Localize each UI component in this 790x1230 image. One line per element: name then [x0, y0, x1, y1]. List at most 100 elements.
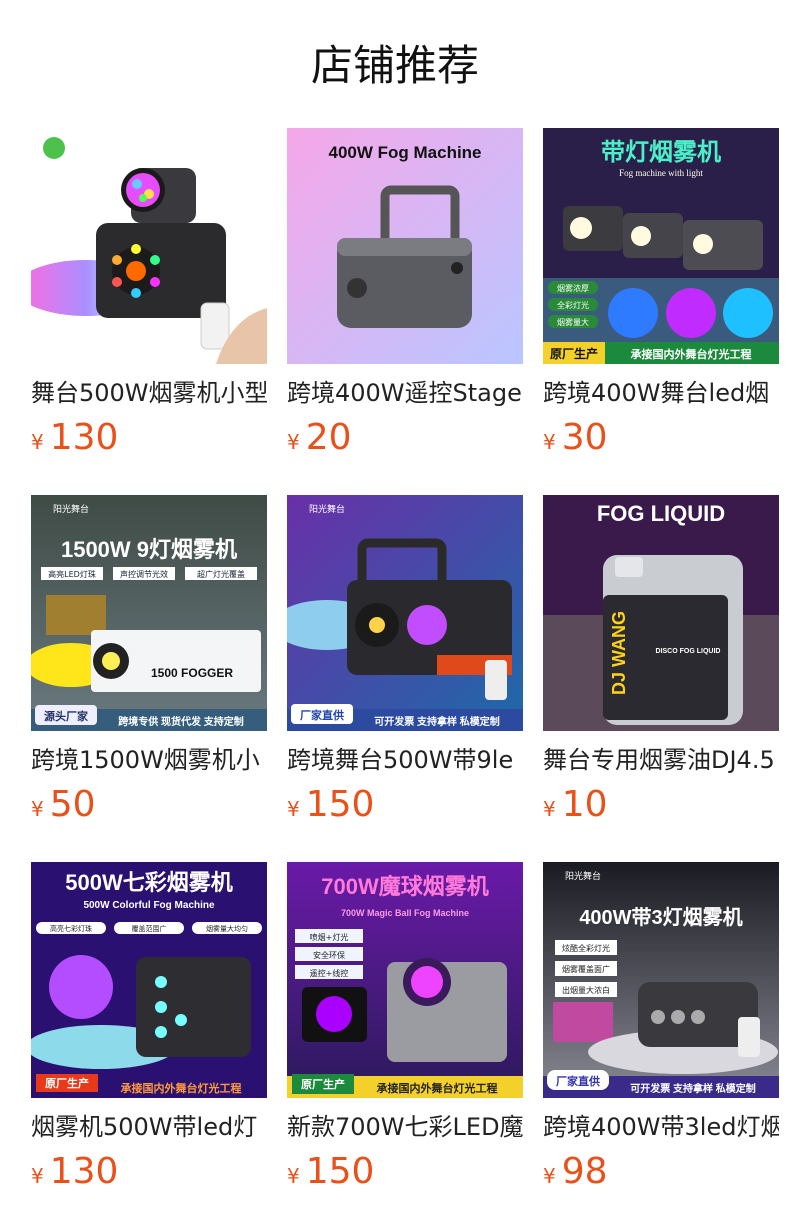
price-value: 20	[305, 417, 352, 458]
product-name[interactable]: 舞台500W烟雾机小型	[31, 376, 267, 410]
product-card[interactable]: 舞台500W烟雾机小型 ¥130	[31, 128, 267, 495]
image-title: 700W魔球烟雾机	[321, 874, 488, 899]
image-tag: 超广灯光覆盖	[197, 569, 245, 579]
image-footer-left: 厂家直供	[556, 1074, 600, 1088]
image-title: 带灯烟雾机	[601, 139, 721, 166]
image-footer-left: 原厂生产	[45, 1076, 89, 1090]
image-tag: 喷烟+灯光	[310, 932, 349, 942]
product-image[interactable]	[31, 128, 267, 364]
product-card[interactable]: FOG LIQUID DJ WANG DISCO FOG LIQUID 舞台专用…	[543, 495, 779, 862]
product-image[interactable]: 500W七彩烟雾机 500W Colorful Fog Machine 高亮七彩…	[31, 862, 267, 1098]
image-footer-left: 原厂生产	[550, 346, 598, 361]
image-footer-left: 源头厂家	[44, 709, 89, 723]
product-name[interactable]: 跨境舞台500W带9le	[287, 743, 523, 777]
product-card[interactable]: 阳光舞台 1500W 9灯烟雾机 高亮LED灯珠 声控调节光效 超广灯光覆盖 1…	[31, 495, 267, 862]
product-name[interactable]: 跨境400W带3led灯烟	[543, 1110, 779, 1144]
product-image[interactable]: 带灯烟雾机 Fog machine with light 烟雾浓厚 全彩灯光 烟…	[543, 128, 779, 364]
image-tag: 高亮七彩灯珠	[50, 924, 92, 933]
product-image[interactable]: 阳光舞台 厂家直供 可开发票 支持拿样 私模定制	[287, 495, 523, 731]
product-card[interactable]: 阳光舞台 400W带3灯烟雾机 炫酷全彩灯光 烟雾覆盖面广 出烟量大浓白 厂家直…	[543, 862, 779, 1229]
image-footer-left: 厂家直供	[300, 708, 344, 722]
product-price: ¥98	[543, 1150, 779, 1194]
price-value: 130	[49, 1151, 119, 1192]
image-footer-right: 承接国内外舞台灯光工程	[121, 1081, 242, 1095]
product-price: ¥10	[543, 783, 779, 827]
product-price: ¥130	[31, 416, 267, 460]
image-title: 500W七彩烟雾机	[65, 870, 232, 895]
brand-corner: 阳光舞台	[565, 870, 601, 882]
currency-symbol: ¥	[287, 430, 300, 454]
image-tag: 出烟量大浓白	[562, 985, 610, 995]
image-tag: 烟雾量大	[557, 317, 589, 327]
product-name[interactable]: 烟雾机500W带led灯	[31, 1110, 267, 1144]
image-tag: 高亮LED灯珠	[48, 569, 96, 579]
product-image[interactable]: 阳光舞台 1500W 9灯烟雾机 高亮LED灯珠 声控调节光效 超广灯光覆盖 1…	[31, 495, 267, 731]
image-footer-right: 可开发票 支持拿样 私模定制	[374, 715, 500, 728]
currency-symbol: ¥	[543, 1164, 556, 1188]
brand-corner: 阳光舞台	[53, 503, 89, 515]
product-image[interactable]: 700W魔球烟雾机 700W Magic Ball Fog Machine 喷烟…	[287, 862, 523, 1098]
product-label: DJ WANG	[609, 611, 629, 695]
product-label: 1500 FOGGER	[151, 666, 233, 680]
product-price: ¥30	[543, 416, 779, 460]
product-price: ¥150	[287, 1150, 523, 1194]
price-value: 150	[305, 784, 375, 825]
image-tag: 遥控+线控	[310, 968, 349, 978]
image-tag: 全彩灯光	[557, 300, 589, 310]
product-price: ¥150	[287, 783, 523, 827]
product-price: ¥130	[31, 1150, 267, 1194]
product-card[interactable]: 700W魔球烟雾机 700W Magic Ball Fog Machine 喷烟…	[287, 862, 523, 1229]
currency-symbol: ¥	[287, 797, 300, 821]
image-tag: 安全环保	[313, 950, 345, 960]
product-name[interactable]: 新款700W七彩LED魔	[287, 1110, 523, 1144]
image-footer-right: 承接国内外舞台灯光工程	[631, 347, 752, 361]
price-value: 30	[561, 417, 608, 458]
price-value: 50	[49, 784, 96, 825]
image-title: FOG LIQUID	[597, 501, 725, 526]
currency-symbol: ¥	[31, 797, 44, 821]
store-recommendations-page: 店铺推荐 舞台500W烟雾机小型 ¥ 130 400W Fog Machine …	[0, 0, 790, 1230]
product-image[interactable]: 400W Fog Machine	[287, 128, 523, 364]
image-footer-right: 承接国内外舞台灯光工程	[377, 1081, 498, 1095]
currency-symbol: ¥	[543, 797, 556, 821]
image-tag: 声控调节光效	[120, 569, 168, 579]
product-name[interactable]: 舞台专用烟雾油DJ4.5	[543, 743, 779, 777]
image-footer-right: 可开发票 支持拿样 私模定制	[630, 1082, 756, 1095]
image-tag: 炫酷全彩灯光	[562, 943, 610, 953]
product-price: ¥50	[31, 783, 267, 827]
product-card[interactable]: 400W Fog Machine 跨境400W遥控Stage ¥20	[287, 128, 523, 495]
brand-corner: 阳光舞台	[309, 503, 345, 515]
image-subtitle: 500W Colorful Fog Machine	[83, 900, 215, 911]
currency-symbol: ¥	[543, 430, 556, 454]
product-card[interactable]: 500W七彩烟雾机 500W Colorful Fog Machine 高亮七彩…	[31, 862, 267, 1229]
price-value: 10	[561, 784, 608, 825]
image-title: 400W带3灯烟雾机	[579, 905, 742, 929]
currency-symbol: ¥	[31, 1164, 44, 1188]
image-title: 400W Fog Machine	[328, 143, 481, 162]
product-price: ¥20	[287, 416, 523, 460]
section-title: 店铺推荐	[310, 41, 479, 90]
price-value: 130	[49, 417, 119, 458]
image-subtitle: Fog machine with light	[619, 168, 703, 178]
product-card[interactable]: 阳光舞台 厂家直供 可开发票 支持拿样 私模定制 跨境舞台500W带9le ¥1…	[287, 495, 523, 862]
currency-symbol: ¥	[31, 430, 44, 454]
image-tag: 烟雾浓厚	[557, 284, 589, 293]
currency-symbol: ¥	[287, 1164, 300, 1188]
product-name[interactable]: 跨境400W舞台led烟	[543, 376, 779, 410]
product-image[interactable]: FOG LIQUID DJ WANG DISCO FOG LIQUID	[543, 495, 779, 731]
product-card[interactable]: 带灯烟雾机 Fog machine with light 烟雾浓厚 全彩灯光 烟…	[543, 128, 779, 495]
product-name[interactable]: 跨境400W遥控Stage	[287, 376, 523, 410]
price-value: 150	[305, 1151, 375, 1192]
image-title: 1500W 9灯烟雾机	[61, 537, 237, 562]
image-tag: 烟雾覆盖面广	[562, 964, 610, 974]
image-tag: 覆盖范围广	[132, 924, 167, 933]
price-value: 98	[561, 1151, 608, 1192]
product-name[interactable]: 跨境1500W烟雾机小	[31, 743, 267, 777]
product-label-sub: DISCO FOG LIQUID	[656, 648, 721, 655]
product-image[interactable]: 阳光舞台 400W带3灯烟雾机 炫酷全彩灯光 烟雾覆盖面广 出烟量大浓白 厂家直…	[543, 862, 779, 1098]
image-footer-left: 原厂生产	[301, 1077, 345, 1091]
image-subtitle: 700W Magic Ball Fog Machine	[341, 908, 469, 918]
product-grid: 舞台500W烟雾机小型 ¥130 400W Fog Machine 跨境400W…	[31, 128, 779, 1229]
image-footer-right: 跨境专供 现货代发 支持定制	[118, 715, 244, 728]
image-tag: 烟雾量大均匀	[206, 924, 248, 933]
